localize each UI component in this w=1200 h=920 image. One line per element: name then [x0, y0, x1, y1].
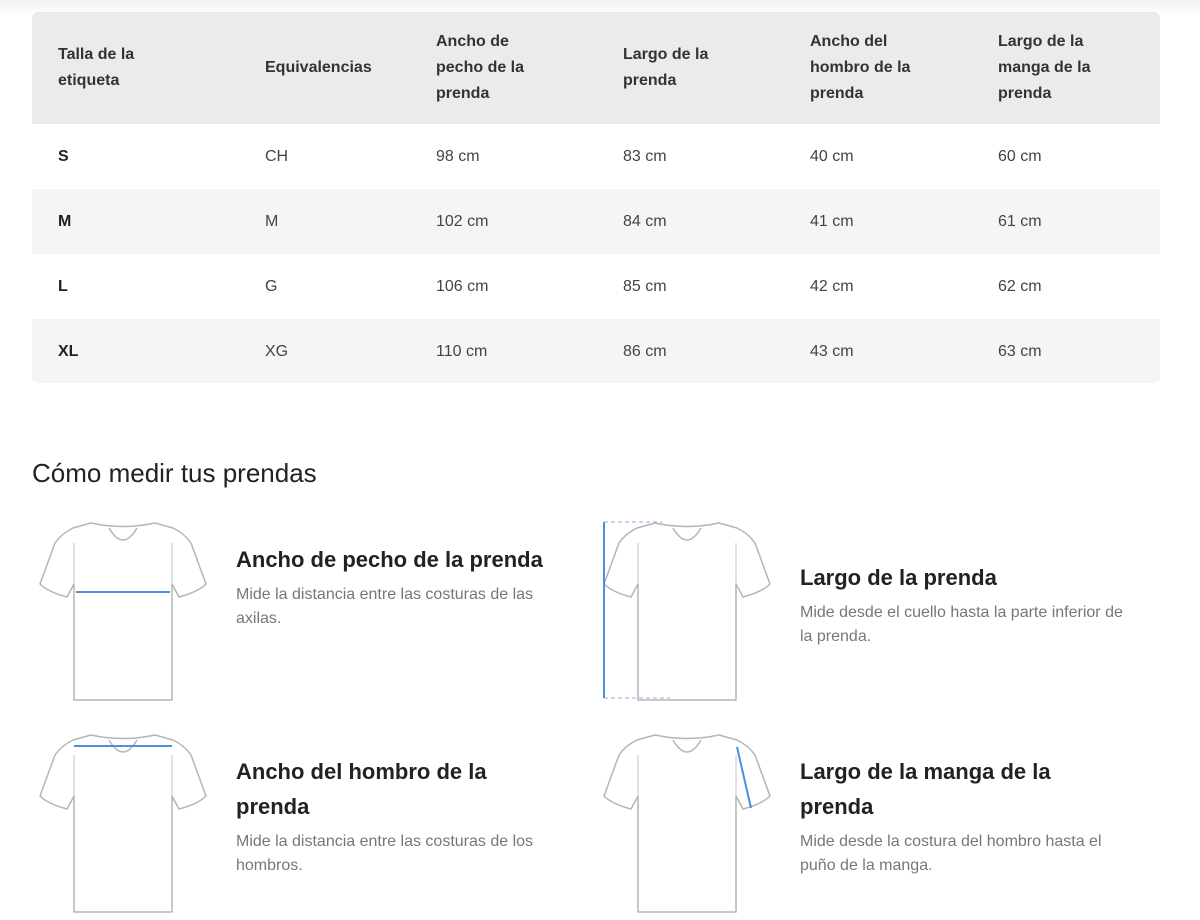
guide-description: Mide desde la costura del hombro hasta e… — [800, 833, 1102, 874]
header-equivalences: Equivalencias — [265, 59, 372, 76]
measure-guide-chest: Ancho de pecho de la prenda Mide la dist… — [36, 518, 596, 708]
size-cell: M — [58, 212, 72, 230]
shoulder-cell: 42 cm — [810, 277, 854, 295]
guide-title: Ancho del hombro de la prenda — [236, 759, 487, 819]
table-header-row: Talla de la etiqueta Equivalencias Ancho… — [32, 12, 1160, 124]
header-size-label: Talla de la etiqueta — [58, 46, 135, 89]
sleeve-cell: 62 cm — [998, 277, 1042, 295]
shoulder-cell: 41 cm — [810, 212, 854, 230]
header-garment-length: Largo de la prenda — [623, 46, 709, 89]
sleeve-cell: 63 cm — [998, 342, 1042, 360]
table-row: M M 102 cm 84 cm 41 cm 61 cm — [32, 189, 1160, 254]
chest-cell: 106 cm — [436, 277, 489, 295]
length-cell: 83 cm — [623, 147, 667, 165]
shoulder-cell: 43 cm — [810, 342, 854, 360]
chest-cell: 98 cm — [436, 147, 480, 165]
table-row: XL XG 110 cm 86 cm 43 cm 63 cm — [32, 319, 1160, 383]
header-sleeve-length: Largo de la manga de la prenda — [998, 33, 1091, 102]
chest-cell: 102 cm — [436, 212, 489, 230]
tshirt-chest-icon — [39, 522, 207, 701]
equivalence-cell: G — [265, 277, 278, 295]
equivalence-cell: XG — [265, 342, 289, 360]
header-chest-width: Ancho de pecho de la prenda — [436, 33, 525, 102]
table-row: L G 106 cm 85 cm 42 cm 62 cm — [32, 254, 1160, 319]
guide-description: Mide la distancia entre las costuras de … — [236, 586, 534, 627]
chest-cell: 110 cm — [436, 342, 488, 360]
measure-guide-sleeve: Largo de la manga de la prenda Mide desd… — [600, 730, 1160, 920]
equivalence-cell: CH — [265, 147, 289, 165]
size-cell: L — [58, 277, 68, 295]
guide-title: Largo de la manga de la prenda — [800, 759, 1051, 819]
length-cell: 86 cm — [623, 342, 667, 360]
guide-description: Mide la distancia entre las costuras de … — [236, 833, 534, 874]
sleeve-cell: 60 cm — [998, 147, 1042, 165]
equivalence-cell: M — [265, 212, 279, 230]
section-title: Cómo medir tus prendas — [32, 458, 317, 488]
header-shoulder-width: Ancho del hombro de la prenda — [810, 33, 911, 102]
size-cell: XL — [58, 342, 79, 360]
size-table: Talla de la etiqueta Equivalencias Ancho… — [32, 12, 1160, 383]
tshirt-sleeve-icon — [603, 734, 771, 913]
guide-title: Ancho de pecho de la prenda — [236, 547, 543, 572]
size-cell: S — [58, 147, 69, 165]
length-cell: 84 cm — [623, 212, 667, 230]
guide-title: Largo de la prenda — [800, 565, 997, 590]
measure-guide-shoulder: Ancho del hombro de la prenda Mide la di… — [36, 730, 596, 920]
sleeve-cell: 61 cm — [998, 212, 1042, 230]
shoulder-cell: 40 cm — [810, 147, 854, 165]
tshirt-shoulder-icon — [39, 734, 207, 913]
tshirt-length-icon — [603, 521, 771, 701]
length-cell: 85 cm — [623, 277, 667, 295]
table-row: S CH 98 cm 83 cm 40 cm 60 cm — [32, 124, 1160, 189]
guide-description: Mide desde el cuello hasta la parte infe… — [800, 604, 1123, 645]
measure-guide-length: Largo de la prenda Mide desde el cuello … — [600, 518, 1160, 708]
